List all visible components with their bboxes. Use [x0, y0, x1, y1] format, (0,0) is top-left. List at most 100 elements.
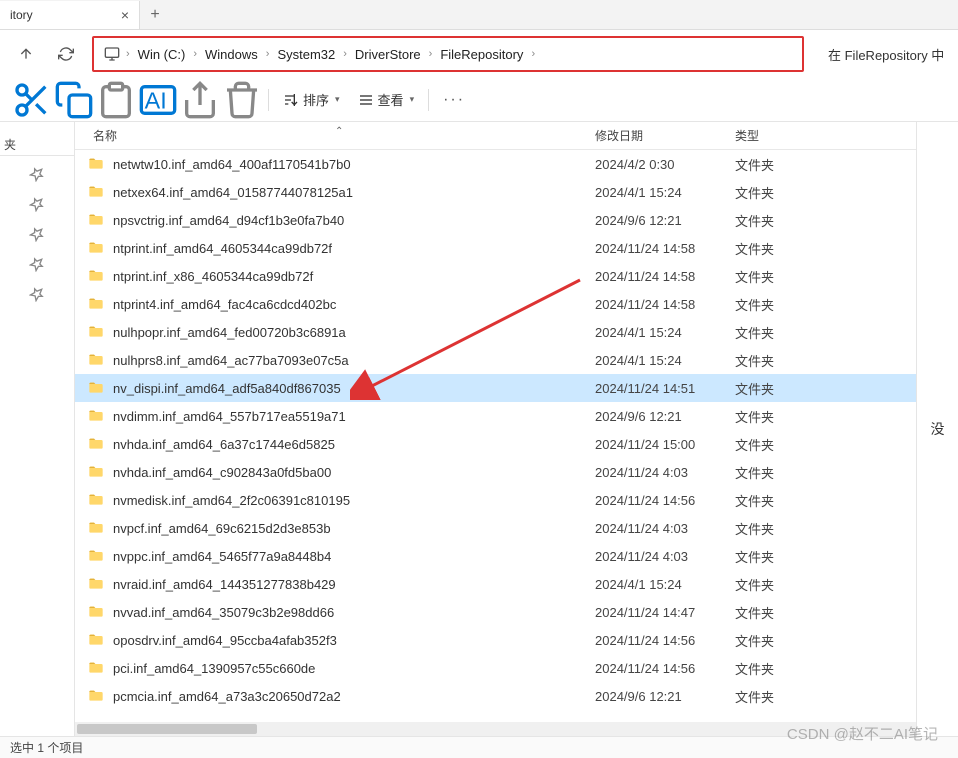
monitor-icon[interactable]: [100, 39, 124, 69]
file-name: nvppc.inf_amd64_5465f77a9a8448b4: [113, 549, 331, 564]
table-row[interactable]: nvpcf.inf_amd64_69c6215d2d3e853b 2024/11/…: [75, 514, 916, 542]
table-row[interactable]: nvhda.inf_amd64_6a37c1744e6d5825 2024/11/…: [75, 430, 916, 458]
file-type: 文件夹: [735, 491, 916, 510]
table-row[interactable]: netwtw10.inf_amd64_400af1170541b7b02024/…: [75, 150, 916, 178]
file-date: 2024/11/24 14:58: [595, 269, 735, 284]
tab-bar: itory × +: [0, 0, 958, 30]
table-row[interactable]: nvvad.inf_amd64_35079c3b2e98dd662024/11/…: [75, 598, 916, 626]
table-row[interactable]: oposdrv.inf_amd64_95ccba4afab352f32024/1…: [75, 626, 916, 654]
breadcrumb-segment[interactable]: FileRepository: [434, 47, 529, 62]
pin-icon[interactable]: [29, 196, 45, 212]
breadcrumb-segment[interactable]: Win (C:): [132, 47, 192, 62]
breadcrumb-segment[interactable]: Windows: [199, 47, 264, 62]
header-name[interactable]: 名称 ⌃: [75, 127, 595, 144]
table-row[interactable]: nvppc.inf_amd64_5465f77a9a8448b42024/11/…: [75, 542, 916, 570]
delete-button[interactable]: [222, 83, 262, 117]
file-date: 2024/4/1 15:24: [595, 577, 735, 592]
up-button[interactable]: [8, 36, 44, 72]
file-name: nvdimm.inf_amd64_557b717ea5519a71: [113, 409, 346, 424]
header-type[interactable]: 类型: [735, 127, 916, 144]
table-row[interactable]: nvdimm.inf_amd64_557b717ea5519a71 2024/9/…: [75, 402, 916, 430]
table-row[interactable]: nvmedisk.inf_amd64_2f2c06391c8101952024/…: [75, 486, 916, 514]
file-date: 2024/4/1 15:24: [595, 185, 735, 200]
table-row[interactable]: nulhprs8.inf_amd64_ac77ba7093e07c5a2024/…: [75, 346, 916, 374]
file-type: 文件夹: [735, 155, 916, 174]
column-headers: 名称 ⌃ 修改日期 类型: [75, 122, 916, 150]
file-date: 2024/11/24 14:58: [595, 297, 735, 312]
file-type: 文件夹: [735, 379, 916, 398]
breadcrumb-segment[interactable]: System32: [271, 47, 341, 62]
sort-dropdown[interactable]: 排序 ▾: [275, 83, 348, 117]
file-date: 2024/11/24 4:03: [595, 521, 735, 536]
cut-button[interactable]: [12, 83, 52, 117]
preview-text: 没: [931, 419, 945, 439]
file-type: 文件夹: [735, 211, 916, 230]
table-row[interactable]: nv_dispi.inf_amd64_adf5a840df8670352024/…: [75, 374, 916, 402]
chevron-right-icon[interactable]: ›: [341, 48, 349, 60]
nav-row: › Win (C:)›Windows›System32›DriverStore›…: [0, 30, 958, 78]
breadcrumb-segment[interactable]: DriverStore: [349, 47, 427, 62]
pin-icon[interactable]: [29, 226, 45, 242]
horizontal-scrollbar[interactable]: [75, 722, 916, 736]
chevron-down-icon: ▾: [410, 94, 415, 105]
table-row[interactable]: nulhpopr.inf_amd64_fed00720b3c6891a2024/…: [75, 318, 916, 346]
pin-icon[interactable]: [29, 256, 45, 272]
address-bar[interactable]: › Win (C:)›Windows›System32›DriverStore›…: [92, 36, 804, 72]
table-row[interactable]: netxex64.inf_amd64_01587744078125a12024/…: [75, 178, 916, 206]
paste-button[interactable]: [96, 83, 136, 117]
chevron-right-icon[interactable]: ›: [191, 48, 199, 60]
file-date: 2024/11/24 14:56: [595, 493, 735, 508]
table-row[interactable]: nvhda.inf_amd64_c902843a0fd5ba002024/11/…: [75, 458, 916, 486]
share-button[interactable]: [180, 83, 220, 117]
file-type: 文件夹: [735, 687, 916, 706]
file-date: 2024/11/24 4:03: [595, 465, 735, 480]
table-row[interactable]: ntprint.inf_amd64_4605344ca99db72f2024/1…: [75, 234, 916, 262]
file-name: ntprint.inf_amd64_4605344ca99db72f: [113, 241, 332, 256]
file-name: nvhda.inf_amd64_6a37c1744e6d5825: [113, 437, 335, 452]
file-date: 2024/11/24 15:00: [595, 437, 735, 452]
chevron-down-icon: ▾: [335, 94, 340, 105]
table-row[interactable]: nvraid.inf_amd64_144351277838b429 2024/4/…: [75, 570, 916, 598]
refresh-button[interactable]: [48, 36, 84, 72]
status-text: 选中 1 个项目: [10, 739, 83, 756]
add-tab-button[interactable]: +: [140, 1, 170, 29]
file-name: netwtw10.inf_amd64_400af1170541b7b0: [113, 157, 351, 172]
pin-icon[interactable]: [29, 166, 45, 182]
view-label: 查看: [378, 90, 404, 109]
tab-title: itory: [10, 8, 33, 22]
table-row[interactable]: npsvctrig.inf_amd64_d94cf1b3e0fa7b402024…: [75, 206, 916, 234]
file-name: nulhpopr.inf_amd64_fed00720b3c6891a: [113, 325, 346, 340]
file-name: nulhprs8.inf_amd64_ac77ba7093e07c5a: [113, 353, 349, 368]
view-dropdown[interactable]: 查看 ▾: [350, 83, 423, 117]
separator: [268, 89, 269, 111]
file-type: 文件夹: [735, 239, 916, 258]
preview-pane: 没: [916, 122, 958, 736]
close-icon[interactable]: ×: [113, 7, 129, 23]
more-button[interactable]: ···: [435, 91, 473, 109]
header-date[interactable]: 修改日期: [595, 127, 735, 144]
file-name: nvvad.inf_amd64_35079c3b2e98dd66: [113, 605, 334, 620]
table-row[interactable]: pci.inf_amd64_1390957c55c660de2024/11/24…: [75, 654, 916, 682]
chevron-right-icon[interactable]: ›: [264, 48, 272, 60]
copy-button[interactable]: [54, 83, 94, 117]
file-name: npsvctrig.inf_amd64_d94cf1b3e0fa7b40: [113, 213, 344, 228]
chevron-right-icon[interactable]: ›: [124, 48, 132, 60]
pin-icon[interactable]: [29, 286, 45, 302]
file-name: nvpcf.inf_amd64_69c6215d2d3e853b: [113, 521, 331, 536]
table-row[interactable]: ntprint4.inf_amd64_fac4ca6cdcd402bc2024/…: [75, 290, 916, 318]
file-name: nv_dispi.inf_amd64_adf5a840df867035: [113, 381, 341, 396]
chevron-right-icon[interactable]: ›: [427, 48, 435, 60]
status-bar: 选中 1 个项目: [0, 736, 958, 758]
tab-active[interactable]: itory ×: [0, 1, 140, 29]
table-row[interactable]: ntprint.inf_x86_4605344ca99db72f2024/11/…: [75, 262, 916, 290]
search-input[interactable]: 在 FileRepository 中: [820, 45, 950, 64]
file-date: 2024/9/6 12:21: [595, 409, 735, 424]
rename-button[interactable]: AI: [138, 83, 178, 117]
sort-label: 排序: [303, 90, 329, 109]
file-name: pci.inf_amd64_1390957c55c660de: [113, 661, 315, 676]
chevron-right-icon[interactable]: ›: [529, 48, 537, 60]
file-name: nvraid.inf_amd64_144351277838b429: [113, 577, 336, 592]
file-type: 文件夹: [735, 575, 916, 594]
svg-text:AI: AI: [145, 87, 167, 113]
table-row[interactable]: pcmcia.inf_amd64_a73a3c20650d72a22024/9/…: [75, 682, 916, 710]
